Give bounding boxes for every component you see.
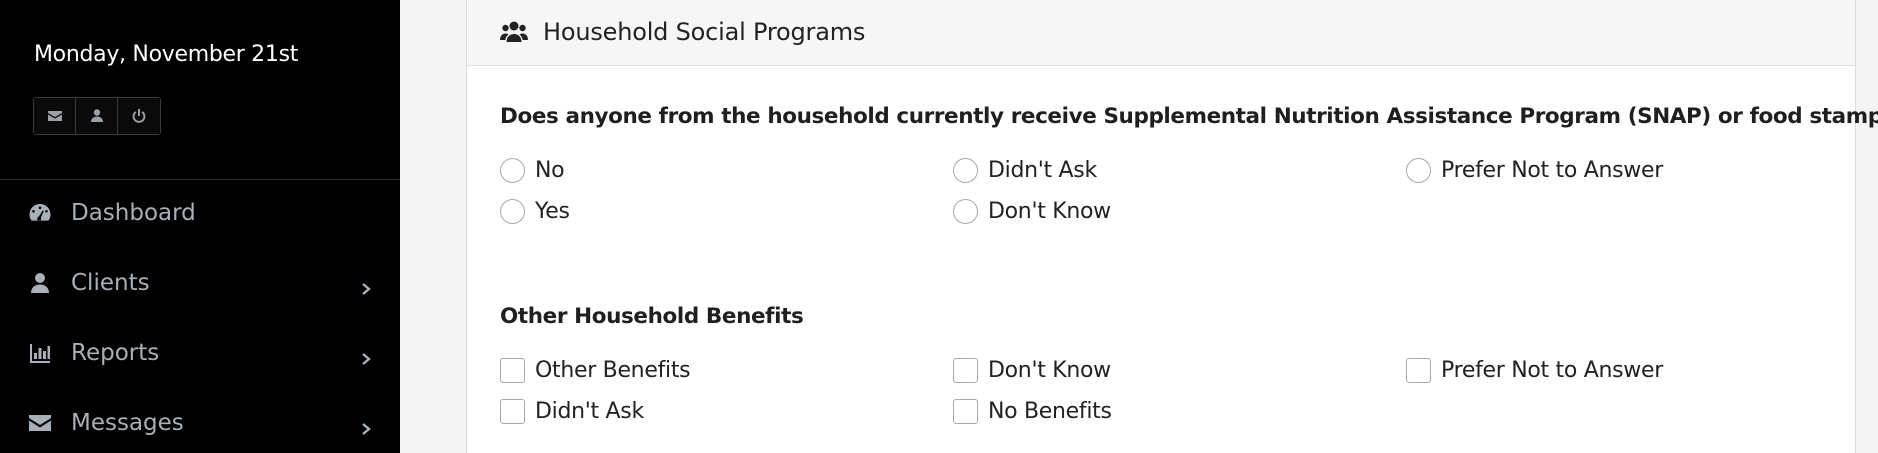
sidebar: Monday, November 21st Dashboard Clients … <box>0 0 400 453</box>
sidebar-item-dashboard[interactable]: Dashboard <box>0 185 400 241</box>
benefits-option-no-benefits[interactable]: No Benefits <box>953 399 1112 424</box>
option-label: Yes <box>535 199 570 224</box>
content-gutter <box>400 0 466 453</box>
panel-header: Household Social Programs <box>467 0 1855 66</box>
sidebar-item-reports[interactable]: Reports <box>0 325 400 381</box>
option-label: Other Benefits <box>535 358 691 383</box>
snap-question: Does anyone from the household currently… <box>500 104 1878 129</box>
sidebar-item-clients[interactable]: Clients <box>0 255 400 311</box>
current-date: Monday, November 21st <box>34 42 299 67</box>
users-icon <box>500 20 528 46</box>
checkbox[interactable] <box>1406 358 1431 383</box>
sidebar-item-label: Messages <box>71 410 184 436</box>
sidebar-item-messages[interactable]: Messages <box>0 395 400 451</box>
snap-option-yes[interactable]: Yes <box>500 199 570 224</box>
benefits-option-prefer-not-to-answer[interactable]: Prefer Not to Answer <box>1406 358 1663 383</box>
user-icon <box>27 270 53 296</box>
power-icon <box>132 109 146 123</box>
sidebar-item-label: Dashboard <box>71 200 196 226</box>
household-social-programs-panel: Household Social Programs Does anyone fr… <box>466 0 1878 453</box>
option-label: Prefer Not to Answer <box>1441 358 1663 383</box>
snap-option-no[interactable]: No <box>500 158 565 183</box>
radio-button[interactable] <box>953 158 978 183</box>
checkbox[interactable] <box>500 358 525 383</box>
option-label: Don't Know <box>988 358 1111 383</box>
checkbox[interactable] <box>953 358 978 383</box>
chevron-right-icon <box>359 416 373 435</box>
radio-button[interactable] <box>1406 158 1431 183</box>
checkbox[interactable] <box>500 399 525 424</box>
benefits-option-other-benefits[interactable]: Other Benefits <box>500 358 691 383</box>
radio-button[interactable] <box>500 158 525 183</box>
radio-button[interactable] <box>953 199 978 224</box>
sidebar-item-label: Reports <box>71 340 160 366</box>
envelope-icon <box>47 111 62 121</box>
logout-button[interactable] <box>118 98 160 134</box>
sidebar-divider <box>0 179 400 180</box>
option-label: No Benefits <box>988 399 1112 424</box>
envelope-icon <box>27 410 53 436</box>
radio-button[interactable] <box>500 199 525 224</box>
panel-title: Household Social Programs <box>543 18 866 46</box>
option-label: Prefer Not to Answer <box>1441 158 1663 183</box>
snap-option-dont-know[interactable]: Don't Know <box>953 199 1111 224</box>
option-label: Don't Know <box>988 199 1111 224</box>
sidebar-item-label: Clients <box>71 270 150 296</box>
profile-button[interactable] <box>76 98 118 134</box>
benefits-question: Other Household Benefits <box>500 304 804 329</box>
option-label: Didn't Ask <box>988 158 1097 183</box>
bar-chart-icon <box>27 340 53 366</box>
benefits-option-didnt-ask[interactable]: Didn't Ask <box>500 399 644 424</box>
chevron-right-icon <box>359 276 373 295</box>
snap-option-didnt-ask[interactable]: Didn't Ask <box>953 158 1097 183</box>
benefits-option-dont-know[interactable]: Don't Know <box>953 358 1111 383</box>
option-label: No <box>535 158 565 183</box>
user-icon <box>90 109 103 122</box>
snap-option-prefer-not-to-answer[interactable]: Prefer Not to Answer <box>1406 158 1663 183</box>
checkbox[interactable] <box>953 399 978 424</box>
quick-actions <box>33 97 161 135</box>
messages-button[interactable] <box>34 98 76 134</box>
option-label: Didn't Ask <box>535 399 644 424</box>
dashboard-icon <box>27 200 53 226</box>
chevron-right-icon <box>359 346 373 365</box>
